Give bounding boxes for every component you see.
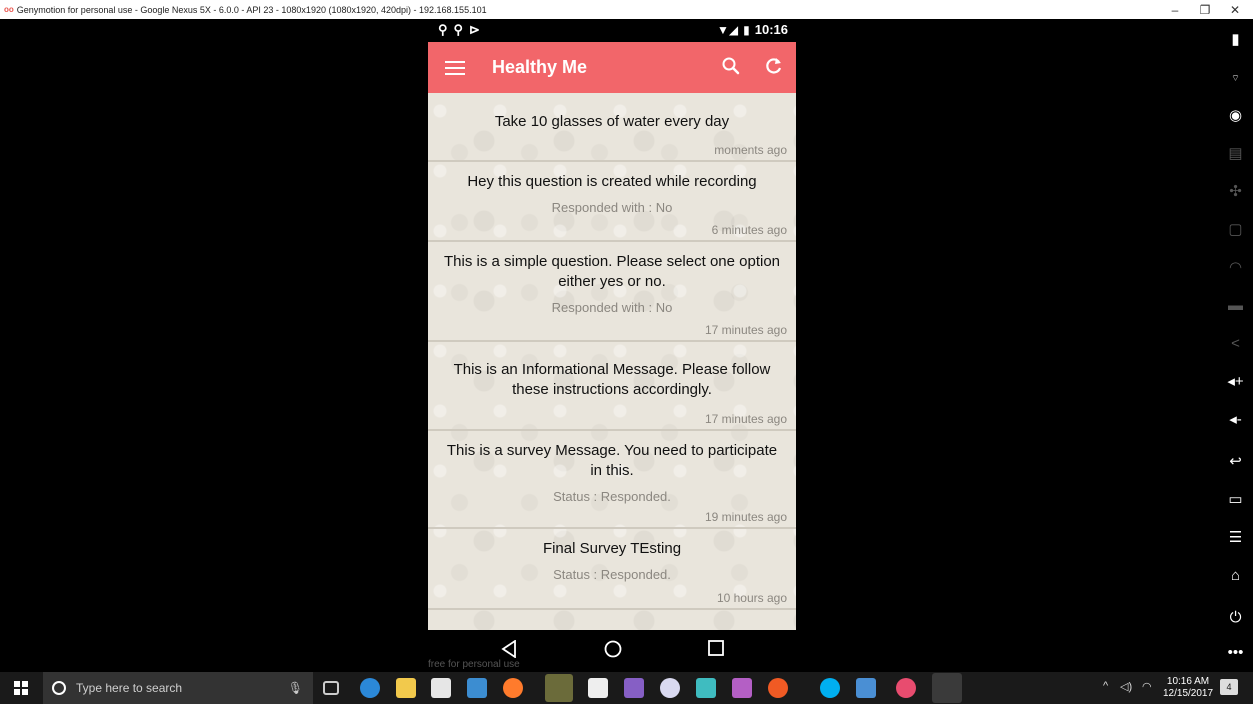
gps-tool-icon[interactable]: ⌔ — [1218, 69, 1253, 87]
message-time: 6 minutes ago — [711, 223, 787, 237]
phone-screen: ⚲⚲⊳ ▼◢ ▮ 10:16 Healthy Me Take 10 glasse… — [428, 19, 796, 672]
desktop: oo Genymotion for personal use - Google … — [0, 0, 1253, 704]
app-title: Healthy Me — [492, 57, 588, 77]
clock-time: 10:16 AM — [1166, 676, 1210, 687]
edge-browser-icon[interactable] — [360, 678, 380, 698]
message-text: This is a simple question. Please select… — [443, 253, 781, 290]
volume-icon[interactable]: ◁) — [1120, 680, 1132, 693]
back-tool-icon[interactable]: ↩ — [1218, 453, 1253, 471]
message-text: Hey this question is created while recor… — [467, 173, 757, 190]
sms-tool-icon[interactable]: ▬ — [1218, 297, 1253, 315]
app-toolbar: Healthy Me — [428, 42, 796, 93]
store-icon[interactable] — [588, 678, 608, 698]
file-explorer-icon[interactable] — [396, 678, 416, 698]
windows-start-icon[interactable] — [14, 681, 28, 695]
message-time: 17 minutes ago — [704, 323, 787, 337]
signal-icon: ▼◢ — [717, 22, 739, 37]
refresh-icon[interactable] — [764, 56, 784, 76]
tray-chevron-icon[interactable]: ^ — [1103, 680, 1108, 692]
message-response: Responded with : No — [551, 300, 673, 315]
home-nav-icon[interactable] — [604, 640, 622, 658]
message-response: Responded with : No — [551, 200, 673, 215]
clock-date: 12/15/2017 — [1163, 688, 1214, 699]
skype-icon[interactable] — [820, 678, 840, 698]
recents-nav-icon[interactable] — [708, 640, 724, 656]
watermark: free for personal use — [428, 659, 520, 670]
more-tool-icon[interactable]: ••• — [1218, 644, 1253, 662]
message-list[interactable]: Take 10 glasses of water every day momen… — [428, 93, 796, 630]
taskbar-search-box[interactable]: Type here to search 🎙 — [43, 672, 313, 704]
message-time: 19 minutes ago — [704, 510, 787, 524]
recent-apps-tool-icon[interactable]: ▭ — [1218, 491, 1253, 509]
message-card[interactable]: This is a simple question. Please select… — [428, 242, 796, 342]
minimize-button[interactable]: – — [1160, 0, 1190, 19]
id-tool-icon[interactable]: ▢ — [1218, 221, 1253, 239]
visual-studio-icon[interactable] — [624, 678, 644, 698]
genymotion-icon[interactable] — [896, 678, 916, 698]
task-view-icon[interactable] — [323, 681, 339, 695]
home-tool-icon[interactable]: ⌂ — [1218, 567, 1253, 585]
menu-tool-icon[interactable]: ☰ — [1218, 529, 1253, 547]
volume-down-icon[interactable]: ◂- — [1218, 411, 1253, 429]
genymotion-logo-icon: oo — [4, 5, 14, 14]
battery-tool-icon[interactable]: ▮ — [1218, 31, 1253, 49]
share-tool-icon[interactable]: < — [1218, 335, 1253, 353]
dpad-tool-icon[interactable]: ✣ — [1218, 183, 1253, 201]
search-placeholder: Type here to search — [76, 681, 183, 695]
app-icon-purple[interactable] — [732, 678, 752, 698]
app-icon-orange[interactable] — [768, 678, 788, 698]
window-title: Genymotion for personal use - Google Nex… — [16, 4, 487, 15]
volume-up-icon[interactable]: ◂+ — [1218, 373, 1253, 391]
hamburger-menu-icon[interactable] — [445, 60, 465, 75]
message-time: 10 hours ago — [716, 591, 787, 605]
taskbar-clock[interactable]: 10:16 AM 12/15/2017 — [1163, 676, 1213, 700]
cortana-icon — [52, 681, 66, 695]
message-card[interactable]: This is an Informational Message. Please… — [428, 342, 796, 431]
app-cube-icon[interactable] — [467, 678, 487, 698]
emulator-toolbar: ▮ ⌔ ◉ ▤ ✣ ▢ ◠ ▬ < ◂+ ◂- ↩ ▭ ☰ ⌂ ⏻ ••• — [1218, 19, 1253, 672]
green-app-icon[interactable] — [545, 674, 573, 702]
network-app-icon[interactable] — [856, 678, 876, 698]
camera-tool-icon[interactable]: ◉ — [1218, 107, 1253, 125]
message-response: Status : Responded. — [553, 567, 671, 582]
notification-icons: ⚲⚲⊳ — [438, 22, 486, 37]
firefox-icon[interactable] — [503, 678, 523, 698]
microphone-icon[interactable]: 🎙 — [288, 681, 303, 695]
restore-button[interactable]: ❐ — [1190, 0, 1220, 19]
message-response: Status : Responded. — [553, 489, 671, 504]
power-tool-icon[interactable]: ⏻ — [1218, 609, 1253, 627]
message-text: Final Survey TEsting — [542, 540, 682, 557]
message-text: This is a survey Message. You need to pa… — [446, 442, 778, 479]
capture-tool-icon[interactable]: ▤ — [1218, 145, 1253, 163]
battery-icon: ▮ — [743, 22, 750, 37]
message-time: moments ago — [714, 143, 787, 157]
action-center-icon[interactable]: 4 — [1220, 679, 1238, 695]
back-nav-icon[interactable] — [501, 640, 517, 658]
message-card[interactable]: Final Survey TEsting Status : Responded.… — [428, 529, 796, 610]
android-status-bar: ⚲⚲⊳ ▼◢ ▮ 10:16 — [428, 19, 796, 42]
network-tool-icon[interactable]: ◠ — [1218, 259, 1253, 277]
eclipse-icon[interactable] — [660, 678, 680, 698]
search-icon[interactable] — [721, 56, 741, 76]
message-card[interactable]: This is a survey Message. You need to pa… — [428, 431, 796, 529]
mail-icon[interactable] — [431, 678, 451, 698]
message-time: 17 minutes ago — [704, 412, 787, 426]
genymotion-active-icon[interactable] — [932, 673, 962, 703]
windows-taskbar: Type here to search 🎙 ^ ◁) ◠ 10:16 AM 12… — [0, 672, 1253, 704]
app-icon-teal[interactable] — [696, 678, 716, 698]
message-card[interactable]: Hey this question is created while recor… — [428, 162, 796, 242]
message-card[interactable]: Take 10 glasses of water every day momen… — [428, 93, 796, 162]
status-right: ▼◢ ▮ 10:16 — [717, 22, 788, 37]
message-text: Take 10 glasses of water every day — [494, 113, 730, 130]
wifi-icon[interactable]: ◠ — [1142, 680, 1152, 693]
message-text: This is an Informational Message. Please… — [453, 361, 771, 398]
close-button[interactable]: ✕ — [1220, 0, 1250, 19]
window-titlebar: oo Genymotion for personal use - Google … — [0, 0, 1253, 19]
status-time: 10:16 — [754, 22, 788, 37]
